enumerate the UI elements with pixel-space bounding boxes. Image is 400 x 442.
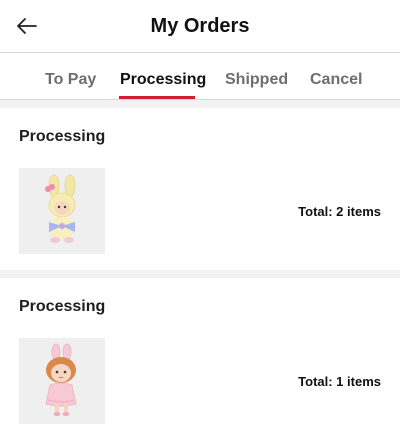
- app-header: My Orders: [0, 0, 400, 53]
- bunny-doll-figure-icon: [19, 168, 105, 254]
- tab-shipped[interactable]: Shipped: [225, 71, 288, 89]
- product-thumbnail[interactable]: [19, 168, 105, 254]
- order-status-tabs: To Pay Processing Shipped Cancel: [0, 54, 400, 100]
- section-gap: [0, 100, 400, 108]
- active-tab-indicator: [119, 96, 195, 99]
- product-thumbnail[interactable]: [19, 338, 105, 424]
- page-title: My Orders: [150, 15, 250, 37]
- order-total: Total: 2 items: [298, 204, 381, 219]
- pink-doll-figure-icon: [19, 338, 105, 424]
- tab-cancel[interactable]: Cancel: [310, 71, 362, 89]
- order-total: Total: 1 items: [298, 374, 381, 389]
- order-card[interactable]: Processing Total: 2 items: [0, 108, 400, 270]
- order-status: Processing: [19, 128, 106, 145]
- tab-to-pay[interactable]: To Pay: [45, 71, 96, 89]
- order-card[interactable]: Processing Total: 1 items: [0, 278, 400, 442]
- tab-processing[interactable]: Processing: [120, 71, 206, 89]
- order-status: Processing: [19, 298, 106, 315]
- section-gap: [0, 270, 400, 278]
